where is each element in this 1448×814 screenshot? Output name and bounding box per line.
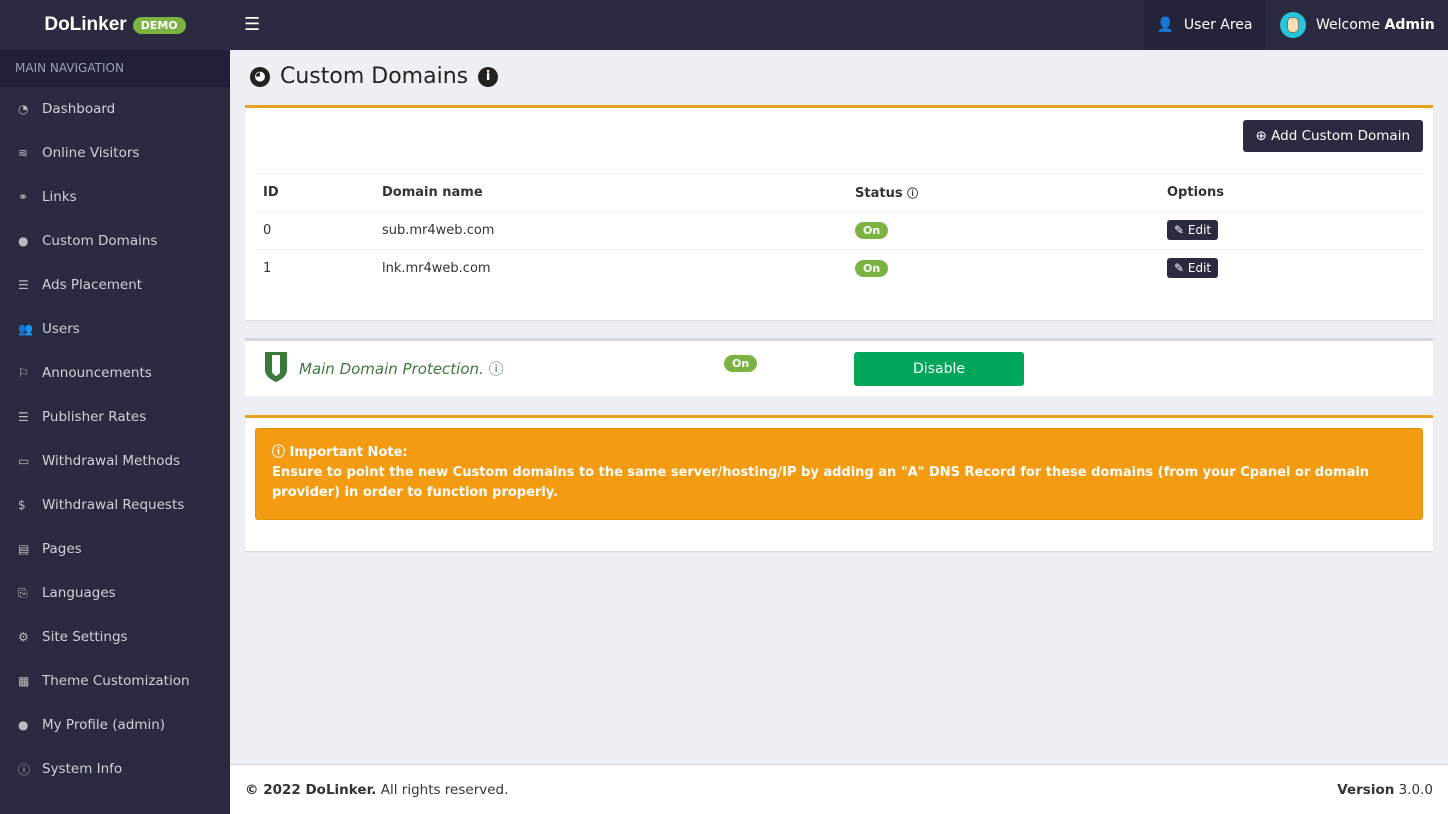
demo-badge: DEMO [132, 16, 186, 34]
topbar: DoLinker DEMO ☰ 👤 User Area Welcome Admin [0, 0, 1448, 50]
disable-button[interactable]: Disable [854, 352, 1024, 386]
nav-icon: ⚐ [18, 366, 29, 380]
sidebar-item-users[interactable]: 👥 Users [0, 307, 230, 351]
sidebar-item-pages[interactable]: ▤ Pages [0, 527, 230, 571]
nav-icon: ◔ [18, 102, 29, 116]
nav-icon: $ [18, 498, 26, 512]
info-icon: ⓘ [907, 186, 919, 200]
note-panel: ⓘ Important Note: Ensure to point the new… [245, 415, 1433, 551]
user-icon: 👤 [1156, 17, 1174, 33]
sidebar-item-links[interactable]: ⚭ Links [0, 175, 230, 219]
nav-header: MAIN NAVIGATION [0, 50, 230, 87]
nav-icon: ▭ [18, 454, 30, 468]
sidebar-item-announcements[interactable]: ⚐ Announcements [0, 351, 230, 395]
sidebar-item-theme-customization[interactable]: ▦ Theme Customization [0, 659, 230, 703]
logo[interactable]: DoLinker DEMO [0, 0, 230, 50]
footer: © 2022 DoLinker. All rights reserved. Ve… [230, 764, 1448, 814]
add-custom-domain-button[interactable]: ⊕ Add Custom Domain [1242, 120, 1423, 152]
edit-button[interactable]: ✎ Edit [1167, 258, 1219, 279]
sidebar-item-ads-placement[interactable]: ☰ Ads Placement [0, 263, 230, 307]
table-row: 0 sub.mr4web.com On ✎ Edit [255, 211, 1423, 250]
nav-icon: ≋ [18, 146, 29, 160]
nav-icon: ▦ [18, 674, 30, 688]
info-icon: ⓘ [272, 445, 286, 460]
nav-icon: ⎘ [18, 585, 28, 600]
protection-status-badge: On [724, 355, 758, 372]
protection-label: Main Domain Protection. ⓘ [299, 360, 504, 378]
nav-icon: 👥 [18, 322, 33, 336]
nav-icon: ● [18, 234, 29, 248]
menu-toggle-icon[interactable]: ☰ [244, 14, 260, 35]
shield-icon [265, 352, 287, 382]
important-note: ⓘ Important Note: Ensure to point the new… [255, 428, 1423, 520]
sidebar: MAIN NAVIGATION ◔ Dashboard ≋ Online Visito… [0, 50, 230, 814]
sidebar-item-site-settings[interactable]: ⚙ Site Settings [0, 615, 230, 659]
domains-panel: ⊕ Add Custom Domain ID Domain name Status … [245, 105, 1433, 320]
sidebar-item-my-profile-admin[interactable]: ● My Profile (admin) [0, 703, 230, 747]
nav-icon: ▤ [18, 542, 30, 556]
nav-icon: ● [18, 718, 29, 732]
domains-table: ID Domain name Status ⓘ Options 0 sub.mr4web… [255, 173, 1423, 288]
sidebar-item-online-visitors[interactable]: ≋ Online Visitors [0, 131, 230, 175]
sidebar-item-dashboard[interactable]: ◔ Dashboard [0, 87, 230, 131]
nav-icon: ⓘ [18, 762, 31, 777]
info-icon: ⓘ [488, 360, 504, 378]
sidebar-item-withdrawal-methods[interactable]: ▭ Withdrawal Methods [0, 439, 230, 483]
nav-icon: ⚭ [18, 190, 29, 204]
sidebar-item-system-info[interactable]: ⓘ System Info [0, 747, 230, 791]
sidebar-item-custom-domains[interactable]: ● Custom Domains [0, 219, 230, 263]
status-badge: On [855, 222, 889, 239]
nav-icon: ☰ [18, 410, 29, 424]
nav-icon: ☰ [18, 278, 29, 292]
edit-button[interactable]: ✎ Edit [1167, 220, 1219, 240]
avatar [1280, 12, 1306, 38]
plus-circle-icon: ⊕ [1255, 128, 1267, 144]
domain-protection-panel: Main Domain Protection. ⓘ On Disable [245, 338, 1433, 396]
page-title: ◕ Custom Domains i [250, 64, 499, 89]
status-badge: On [855, 260, 889, 278]
user-area-link[interactable]: 👤 User Area [1144, 0, 1265, 50]
globe-icon: ◕ [250, 66, 270, 87]
nav-icon: ⚙ [18, 630, 29, 644]
table-row: 1 lnk.mr4web.com On ✎ Edit [255, 249, 1423, 288]
sidebar-item-publisher-rates[interactable]: ☰ Publisher Rates [0, 395, 230, 439]
info-icon[interactable]: i [478, 66, 499, 87]
sidebar-item-withdrawal-requests[interactable]: $ Withdrawal Requests [0, 483, 230, 527]
user-menu[interactable]: Welcome Admin [1280, 0, 1435, 50]
sidebar-item-languages[interactable]: ⎘ Languages [0, 571, 230, 615]
